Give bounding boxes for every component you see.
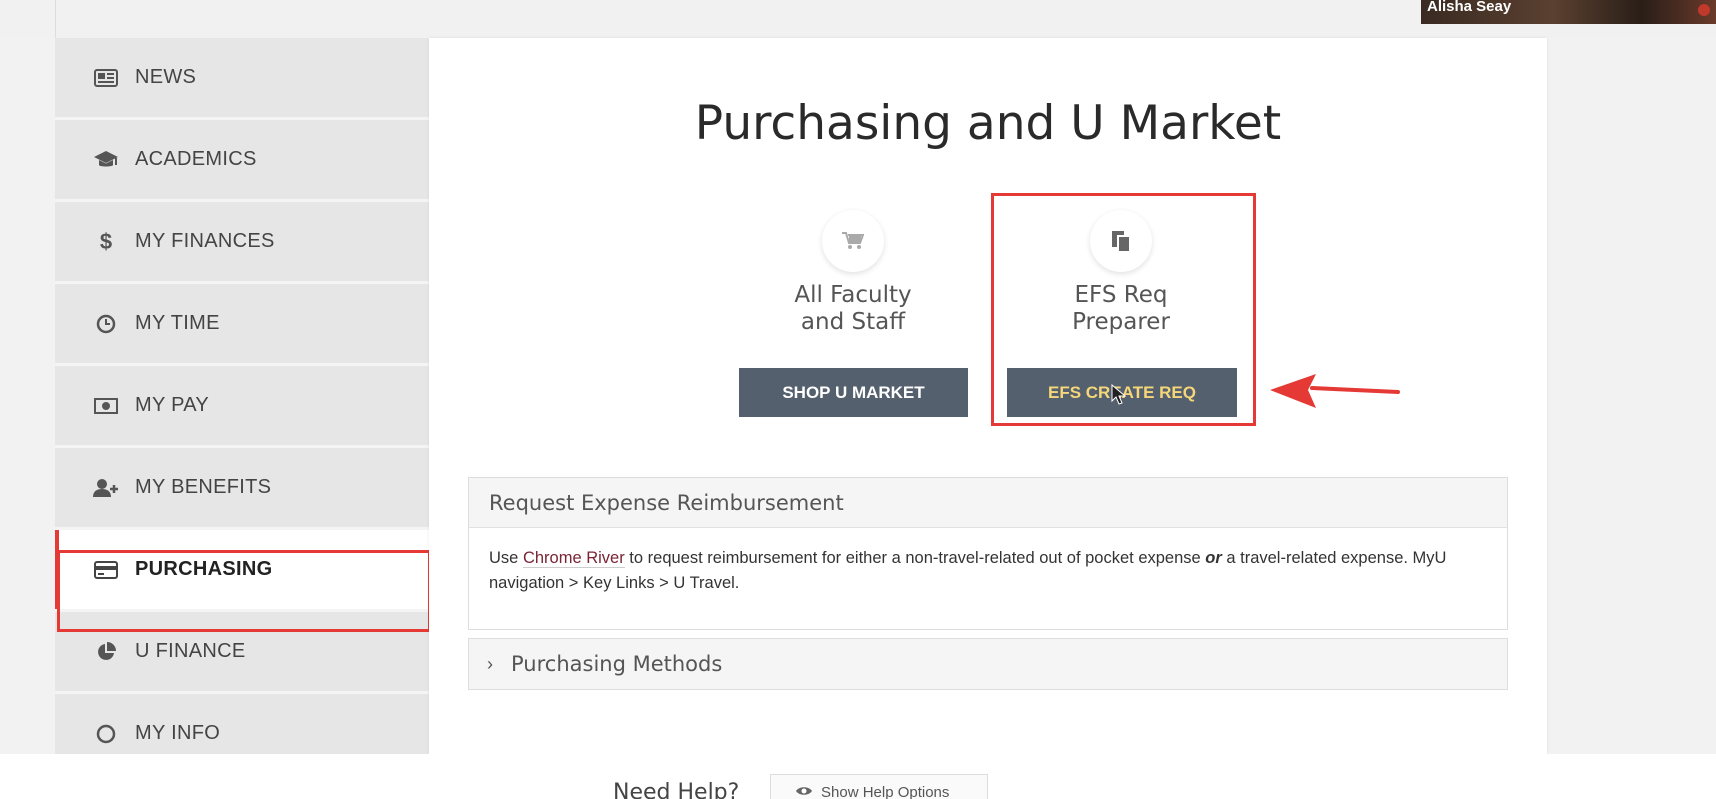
chrome-river-link[interactable]: Chrome River <box>522 549 625 568</box>
accordion-label: Purchasing Methods <box>511 652 723 676</box>
dollar-icon: $ <box>99 228 113 254</box>
sidebar-item-label: ACADEMICS <box>135 148 257 170</box>
tile-efs-req-preparer: EFS Req Preparer <box>1006 210 1236 336</box>
sidebar-item-label: NEWS <box>135 66 197 88</box>
sidebar-item-label: PURCHASING <box>135 558 273 580</box>
graduation-cap-icon <box>93 149 119 171</box>
sidebar-item-my-info[interactable]: MY INFO <box>55 694 429 754</box>
money-icon <box>93 395 119 417</box>
mic-status-icon <box>1698 4 1710 16</box>
help-footer: Need Help? Show Help Options <box>0 754 1716 799</box>
shop-u-market-button[interactable]: SHOP U MARKET <box>739 368 968 417</box>
sidebar-nav: NEWS ACADEMICS $ MY FINANCES MY TIME MY … <box>55 38 429 754</box>
panel-text: Use <box>489 549 523 567</box>
panel-text: to request reimbursement for either a no… <box>624 549 1206 567</box>
tile-title: EFS Req Preparer <box>1072 282 1170 335</box>
page-title: Purchasing and U Market <box>694 96 1282 151</box>
sidebar-item-purchasing[interactable]: PURCHASING <box>55 530 429 612</box>
panel-emphasis: or <box>1205 549 1222 567</box>
sidebar-item-label: MY TIME <box>135 312 220 334</box>
annotation-arrow-icon <box>1270 374 1400 408</box>
eye-icon <box>795 784 813 799</box>
sidebar-item-u-finance[interactable]: U FINANCE <box>55 612 429 694</box>
user-plus-icon <box>93 477 119 499</box>
active-indicator <box>55 530 59 609</box>
sidebar-item-label: U FINANCE <box>135 640 246 662</box>
video-participant-tile: Alisha Seay <box>1421 0 1716 24</box>
purchasing-methods-accordion[interactable]: › Purchasing Methods <box>468 638 1508 690</box>
participant-name: Alisha Seay <box>1427 0 1512 15</box>
reimbursement-panel: Request Expense Reimbursement Use Chrome… <box>468 477 1508 630</box>
help-button-label: Show Help Options <box>821 783 950 799</box>
sidebar-item-my-benefits[interactable]: MY BENEFITS <box>55 448 429 530</box>
show-help-options-button[interactable]: Show Help Options <box>770 774 988 799</box>
credit-card-icon <box>93 559 119 581</box>
sidebar-item-my-time[interactable]: MY TIME <box>55 284 429 366</box>
chevron-right-icon: › <box>487 653 493 674</box>
sidebar-item-my-pay[interactable]: MY PAY <box>55 366 429 448</box>
sidebar-item-label: MY PAY <box>135 394 210 416</box>
sidebar-item-label: MY INFO <box>135 722 221 744</box>
mouse-cursor-icon <box>1111 384 1127 405</box>
pie-chart-icon <box>93 641 119 663</box>
divider <box>55 0 56 38</box>
sidebar-item-news[interactable]: NEWS <box>55 38 429 120</box>
panel-body: Use Chrome River to request reimbursemen… <box>469 528 1507 596</box>
clock-icon <box>93 313 119 335</box>
sidebar-item-label: MY BENEFITS <box>135 476 272 498</box>
documents-icon <box>1090 210 1152 272</box>
newspaper-icon <box>93 67 119 89</box>
need-help-label: Need Help? <box>613 780 740 799</box>
info-icon <box>93 723 119 745</box>
sidebar-item-my-finances[interactable]: $ MY FINANCES <box>55 202 429 284</box>
sidebar-item-academics[interactable]: ACADEMICS <box>55 120 429 202</box>
tile-title: All Faculty and Staff <box>794 282 912 335</box>
tile-all-faculty: All Faculty and Staff <box>738 210 968 336</box>
panel-header: Request Expense Reimbursement <box>469 478 1507 528</box>
sidebar-item-label: MY FINANCES <box>135 230 275 252</box>
cart-icon <box>822 210 884 272</box>
